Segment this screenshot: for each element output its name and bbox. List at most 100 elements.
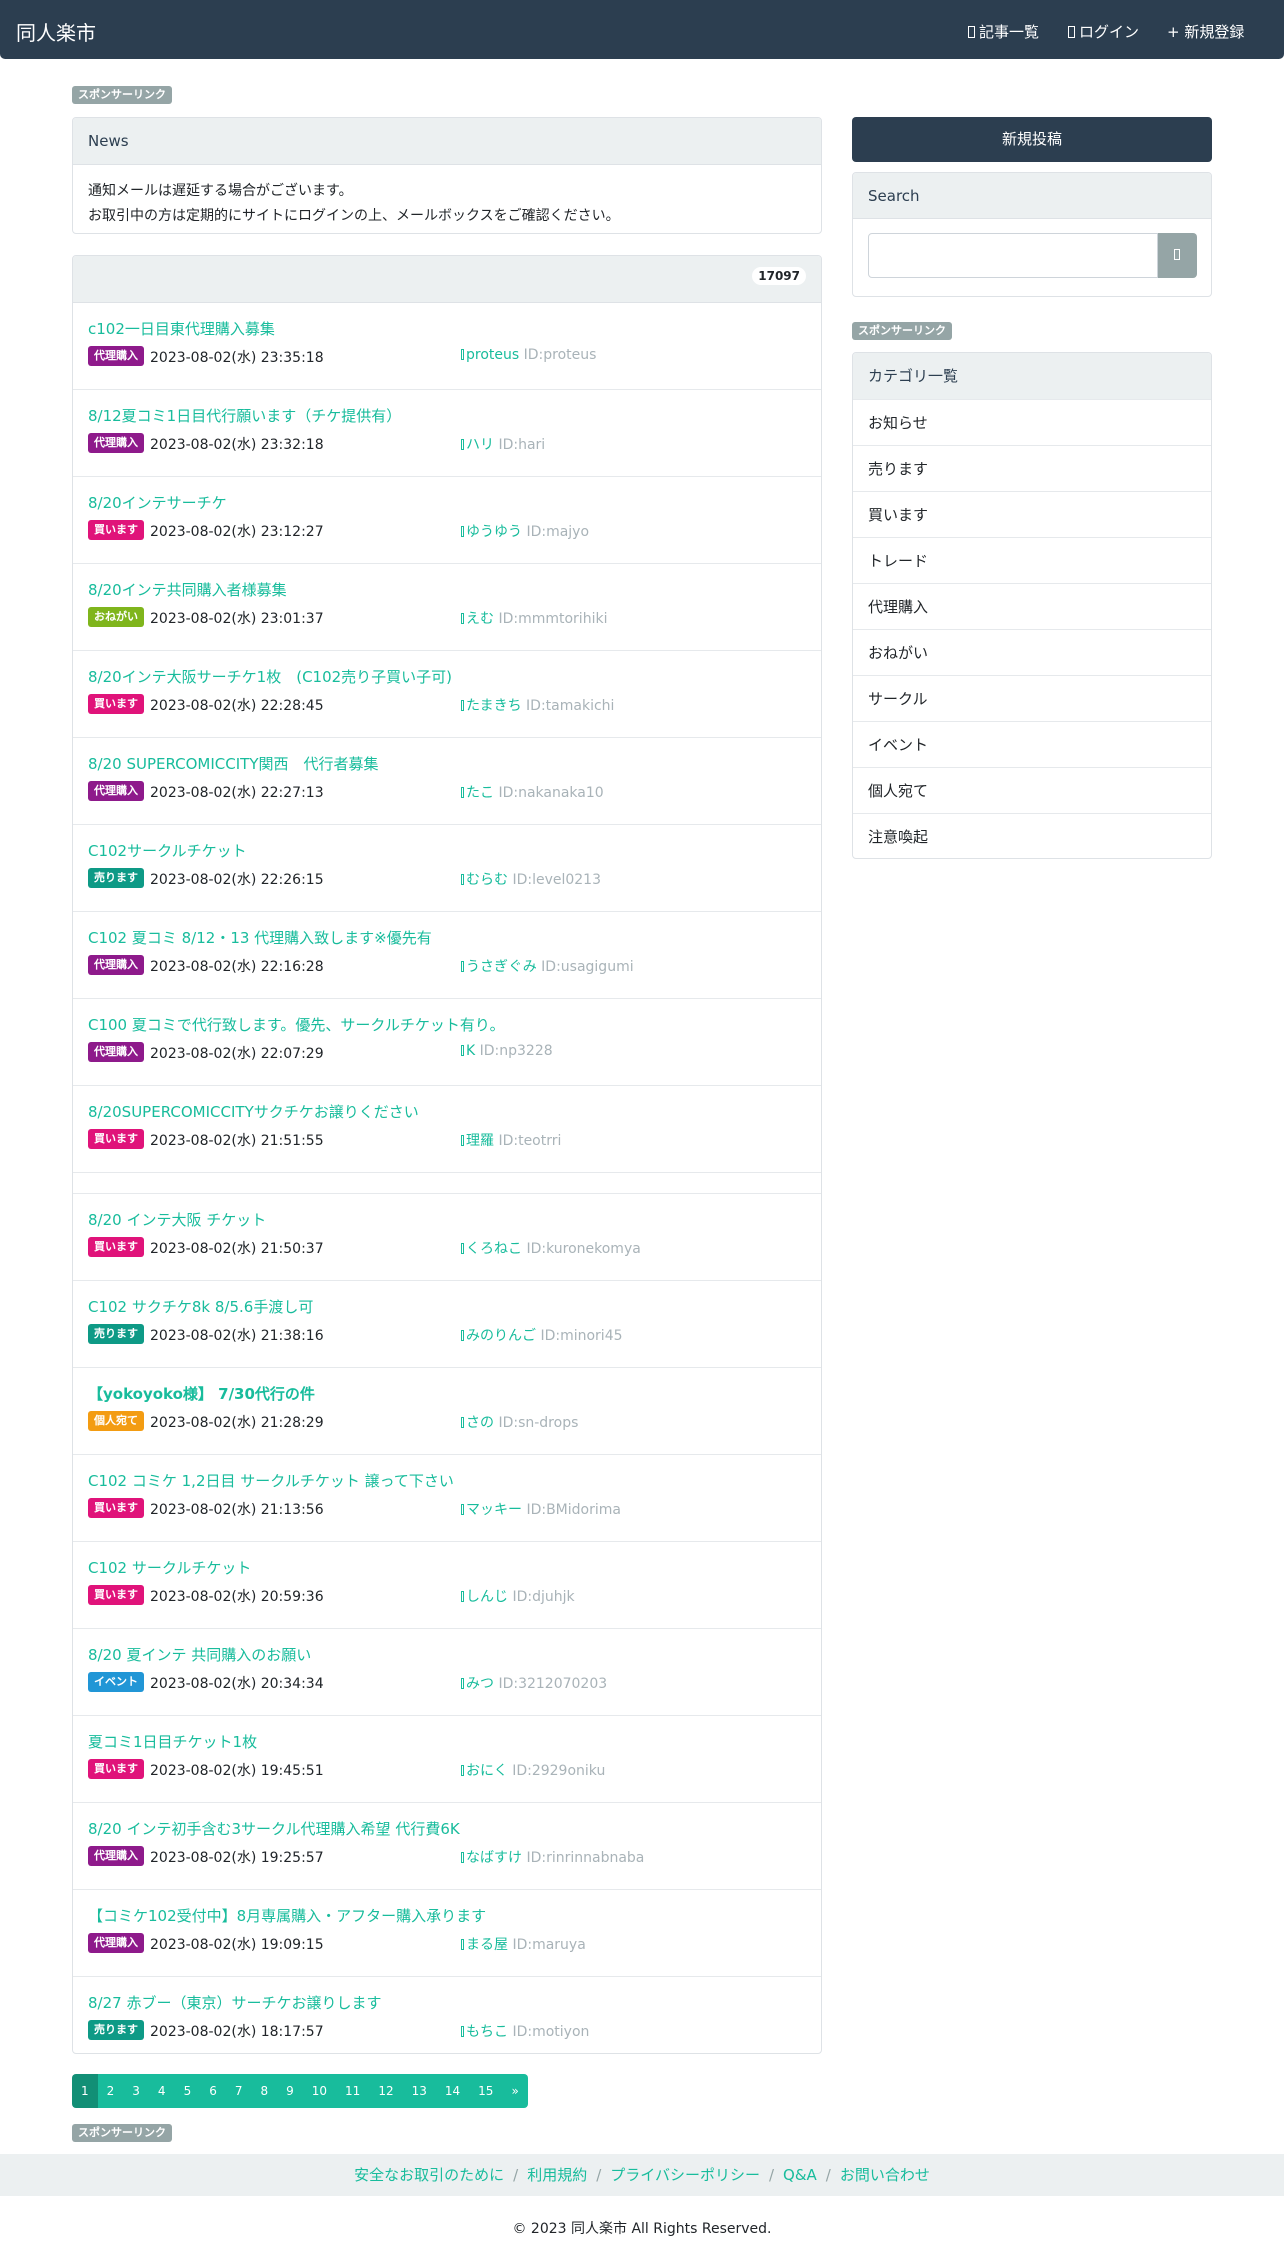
user-name[interactable]: ハリ <box>466 437 494 453</box>
search-button[interactable] <box>1158 233 1197 278</box>
category-item[interactable]: トレード <box>853 537 1211 583</box>
category-tag[interactable]: 買います <box>88 1585 144 1605</box>
post-title[interactable]: C102 夏コミ 8/12・13 代理購入致します※優先有 <box>88 927 432 948</box>
category-tag[interactable]: 買います <box>88 694 144 714</box>
category-item[interactable]: お知らせ <box>853 399 1211 445</box>
page-link[interactable]: 10 <box>302 2074 337 2108</box>
user-name[interactable]: しんじ <box>466 1589 508 1605</box>
nav-register[interactable]: + 新規登録 <box>1167 21 1244 42</box>
page-link[interactable]: 4 <box>148 2074 175 2108</box>
category-tag[interactable]: 個人宛て <box>88 1411 144 1431</box>
category-tag[interactable]: おねがい <box>88 607 144 627</box>
category-tag[interactable]: 代理購入 <box>88 1042 144 1062</box>
user-name[interactable]: みのりんご <box>466 1328 536 1344</box>
post-title[interactable]: 8/20インテ共同購入者様募集 <box>88 579 287 600</box>
user-name[interactable]: おにく <box>466 1763 508 1779</box>
user-name[interactable]: もちこ <box>466 2024 508 2040</box>
user-name[interactable]: うさぎぐみ <box>466 959 537 975</box>
page-link[interactable]: 5 <box>174 2074 201 2108</box>
page-link[interactable]: 13 <box>402 2074 436 2108</box>
category-tag[interactable]: 売ります <box>88 2020 144 2040</box>
page-link[interactable]: 11 <box>336 2074 370 2108</box>
user-name[interactable]: マッキー <box>466 1502 522 1518</box>
category-item[interactable]: 個人宛て <box>853 767 1211 813</box>
category-item[interactable]: 売ります <box>853 445 1211 491</box>
site-brand[interactable]: 同人楽市 <box>16 17 96 46</box>
page-link[interactable]: 12 <box>369 2074 403 2108</box>
category-tag[interactable]: 代理購入 <box>88 433 144 453</box>
footer-link[interactable]: プライバシーポリシー <box>610 2166 760 2184</box>
post-title[interactable]: C102 サークルチケット <box>88 1557 251 1578</box>
page-link[interactable]: 2 <box>97 2074 124 2108</box>
footer-link[interactable]: Q&A <box>783 2166 817 2184</box>
category-tag[interactable]: 代理購入 <box>88 781 144 801</box>
user-name[interactable]: みつ <box>466 1676 494 1692</box>
category-item[interactable]: イベント <box>853 721 1211 767</box>
post-title[interactable]: 【コミケ102受付中】8月専属購入・アフター購入承ります <box>88 1905 486 1926</box>
post-title[interactable]: C102サークルチケット <box>88 840 247 861</box>
post-date: 2023-08-02(水) 22:16:28 <box>150 959 324 975</box>
post-title[interactable]: C100 夏コミで代行致します。優先、サークルチケット有り。 <box>88 1014 505 1035</box>
post-title[interactable]: C102 コミケ 1,2日目 サークルチケット 譲って下さい <box>88 1470 454 1491</box>
page-link[interactable]: 3 <box>123 2074 149 2108</box>
page-link[interactable]: 14 <box>435 2074 470 2108</box>
user-name[interactable]: K <box>466 1043 475 1059</box>
category-item[interactable]: サークル <box>853 675 1211 721</box>
category-item[interactable]: 注意喚起 <box>853 813 1211 858</box>
page-next[interactable]: » <box>502 2074 528 2108</box>
category-tag[interactable]: 代理購入 <box>88 346 144 366</box>
category-tag[interactable]: 売ります <box>88 868 144 888</box>
page-link[interactable]: 7 <box>225 2074 252 2108</box>
user-name[interactable]: なばすけ <box>466 1850 522 1866</box>
user-name[interactable]: たまきち <box>466 698 522 714</box>
page-link[interactable]: 9 <box>277 2074 303 2108</box>
footer-link[interactable]: 安全なお取引のために <box>354 2166 504 2184</box>
page-link[interactable]: 6 <box>200 2074 226 2108</box>
footer-separator: / <box>768 2166 775 2184</box>
post-title[interactable]: 【yokoyoko様】 7/30代行の件 <box>88 1383 315 1404</box>
new-post-button[interactable]: 新規投稿 <box>852 117 1212 162</box>
post-title[interactable]: 8/20 夏インテ 共同購入のお願い <box>88 1644 311 1665</box>
category-tag[interactable]: 売ります <box>88 1324 144 1344</box>
post-title[interactable]: 8/20インテサーチケ <box>88 492 227 513</box>
category-tag[interactable]: 買います <box>88 520 144 540</box>
user-name[interactable]: まる屋 <box>466 1937 508 1953</box>
user-name[interactable]: たこ <box>466 785 494 801</box>
category-tag[interactable]: イベント <box>88 1672 144 1692</box>
user-name[interactable]: えむ <box>466 611 494 627</box>
page-link[interactable]: 8 <box>251 2074 278 2108</box>
category-tag[interactable]: 買います <box>88 1498 144 1518</box>
category-tag[interactable]: 買います <box>88 1129 144 1149</box>
category-item[interactable]: 代理購入 <box>853 583 1211 629</box>
post-title[interactable]: 8/20インテ大阪サーチケ1枚 (C102売り子買い子可) <box>88 666 452 687</box>
nav-login[interactable]: ログイン <box>1068 21 1139 42</box>
post-title[interactable]: 8/20 インテ初手含む3サークル代理購入希望 代行費6K <box>88 1818 460 1839</box>
post-title[interactable]: 8/20SUPERCOMICCITYサクチケお譲りください <box>88 1101 419 1122</box>
user-name[interactable]: 理羅 <box>466 1133 494 1149</box>
page-link[interactable]: 15 <box>469 2074 503 2108</box>
page-link[interactable]: 1 <box>72 2074 98 2108</box>
category-item[interactable]: 買います <box>853 491 1211 537</box>
category-tag[interactable]: 代理購入 <box>88 1933 144 1953</box>
category-item[interactable]: おねがい <box>853 629 1211 675</box>
user-name[interactable]: proteus <box>466 347 519 363</box>
post-title[interactable]: 夏コミ1日目チケット1枚 <box>88 1731 257 1752</box>
footer-link[interactable]: お問い合わせ <box>840 2166 930 2184</box>
user-name[interactable]: ゆうゆう <box>466 524 522 540</box>
category-tag[interactable]: 代理購入 <box>88 955 144 975</box>
user-name[interactable]: くろねこ <box>466 1241 522 1257</box>
nav-post-list[interactable]: 記事一覧 <box>968 21 1039 42</box>
post-title[interactable]: 8/12夏コミ1日目代行願います（チケ提供有） <box>88 405 401 426</box>
category-tag[interactable]: 買います <box>88 1237 144 1257</box>
user-name[interactable]: むらむ <box>466 872 508 888</box>
post-title[interactable]: 8/20 SUPERCOMICCITY関西 代行者募集 <box>88 753 379 774</box>
post-title[interactable]: C102 サクチケ8k 8/5.6手渡し可 <box>88 1296 313 1317</box>
post-title[interactable]: 8/27 赤ブー（東京）サーチケお譲りします <box>88 1992 381 2013</box>
user-name[interactable]: さの <box>466 1415 494 1431</box>
category-tag[interactable]: 買います <box>88 1759 144 1779</box>
footer-link[interactable]: 利用規約 <box>527 2166 587 2184</box>
post-title[interactable]: c102一日目東代理購入募集 <box>88 318 275 339</box>
category-tag[interactable]: 代理購入 <box>88 1846 144 1866</box>
search-input[interactable] <box>868 233 1158 278</box>
post-title[interactable]: 8/20 インテ大阪 チケット <box>88 1209 266 1230</box>
